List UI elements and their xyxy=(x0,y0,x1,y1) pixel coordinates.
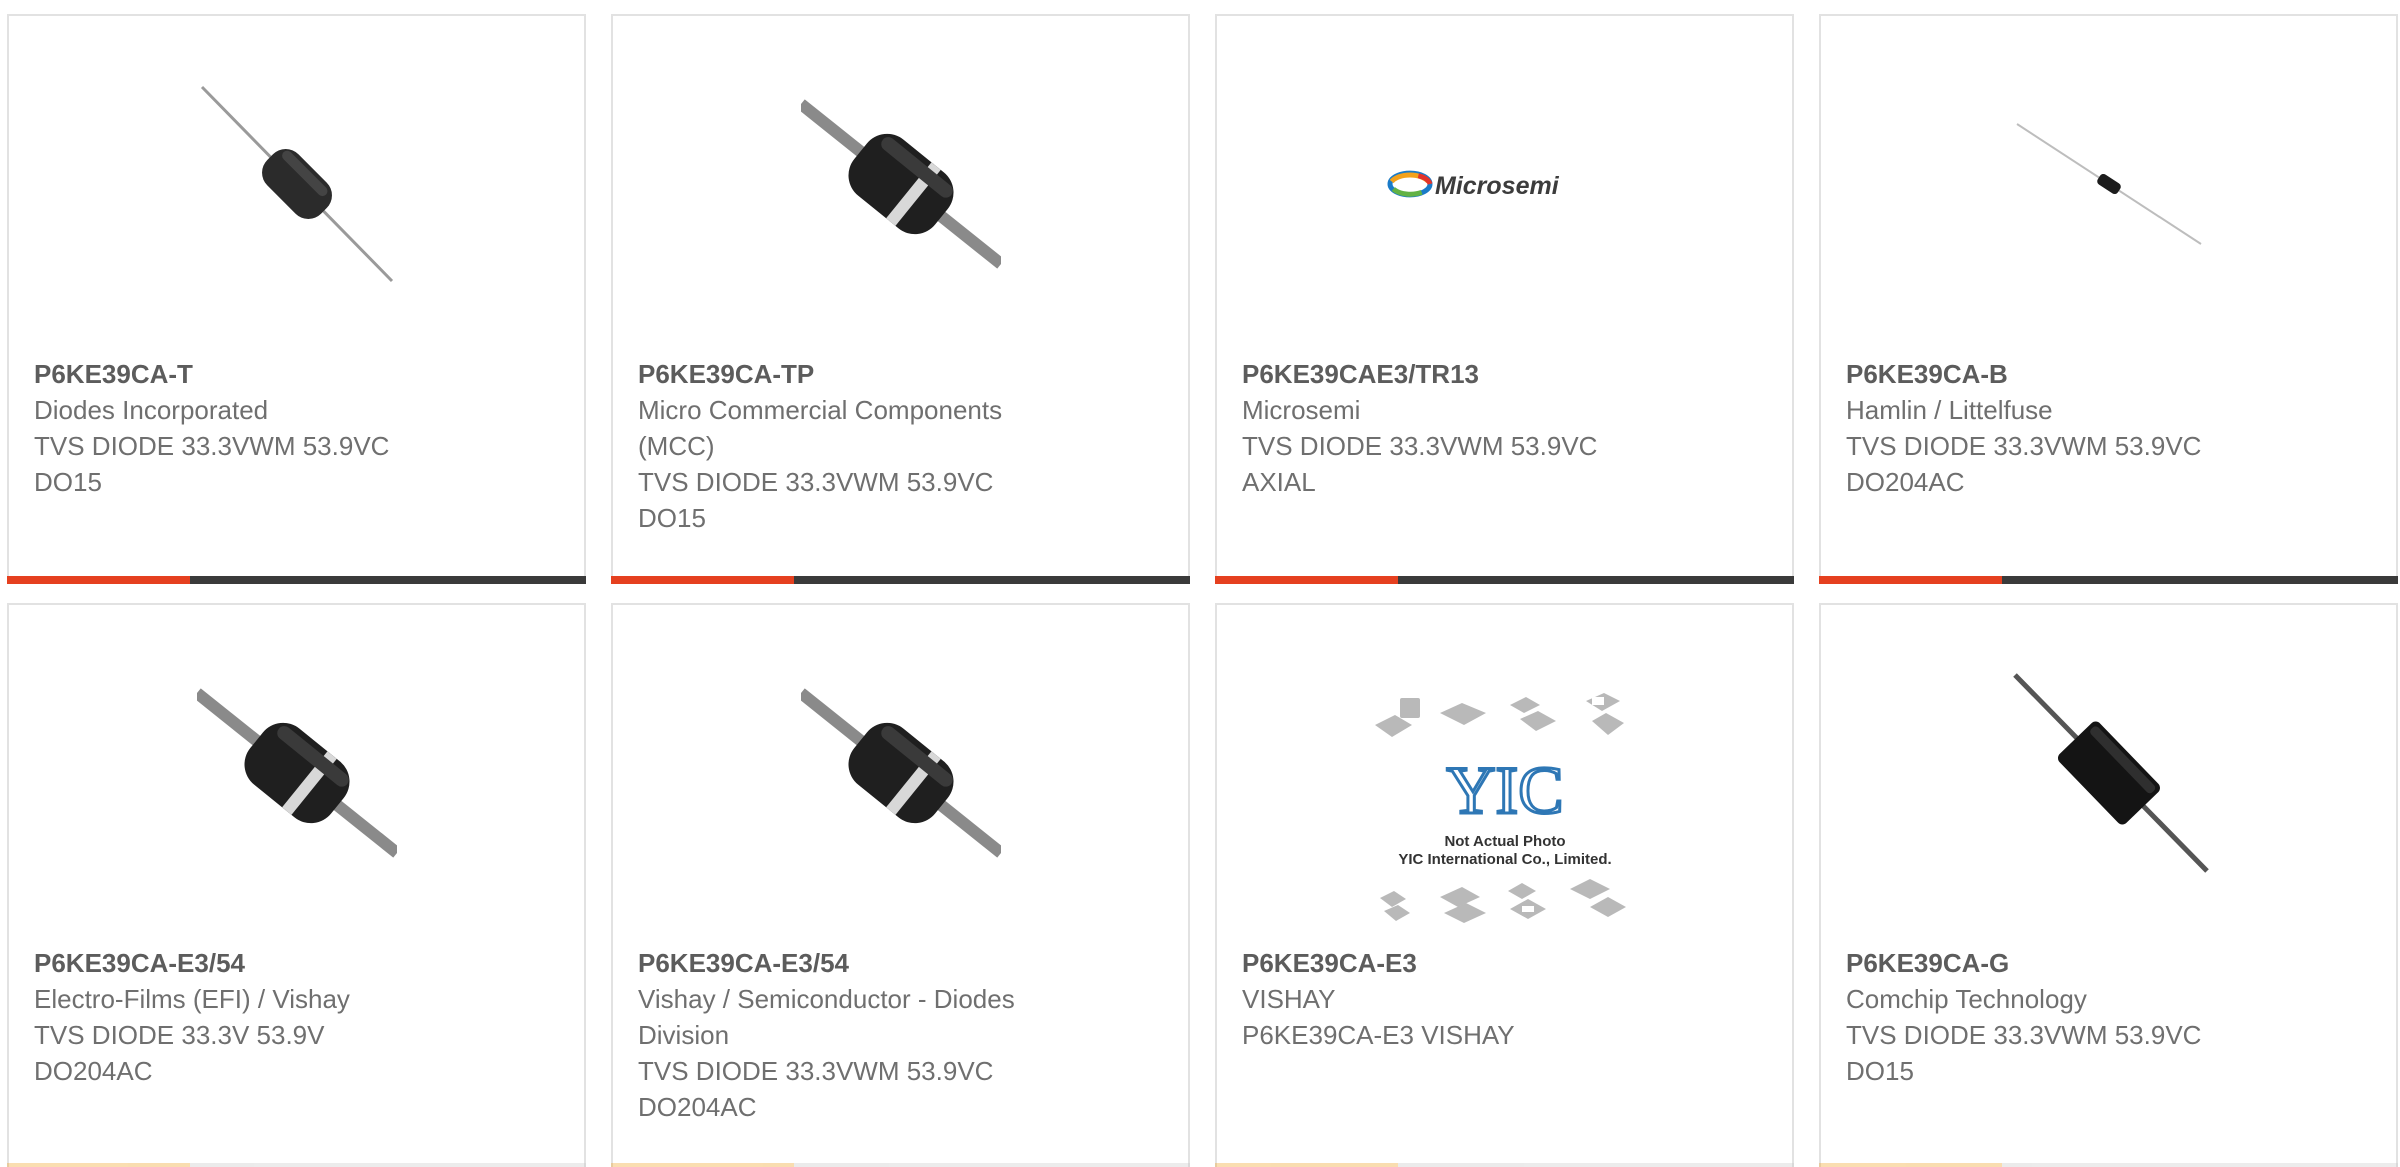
product-info: P6KE39CAE3/TR13 Microsemi TVS DIODE 33.3… xyxy=(1242,356,1772,500)
product-card[interactable]: P6KE39CA-E3/54 Electro-Films (EFI) / Vis… xyxy=(7,603,586,1167)
part-number[interactable]: P6KE39CA-B xyxy=(1846,356,2376,392)
placeholder-line-2: YIC International Co., Limited. xyxy=(1398,851,1611,868)
description: TVS DIODE 33.3V 53.9V xyxy=(34,1020,325,1050)
product-card[interactable]: P6KE39CA-TP Micro Commercial Components … xyxy=(611,14,1190,584)
product-info: P6KE39CA-G Comchip Technology TVS DIODE … xyxy=(1846,945,2376,1089)
product-card[interactable]: P6KE39CA-E3/54 Vishay / Semiconductor - … xyxy=(611,603,1190,1167)
product-grid: P6KE39CA-T Diodes Incorporated TVS DIODE… xyxy=(0,0,2400,1167)
product-info: P6KE39CA-B Hamlin / Littelfuse TVS DIODE… xyxy=(1846,356,2376,500)
package: DO15 xyxy=(1846,1056,1914,1086)
product-info: P6KE39CA-TP Micro Commercial Components … xyxy=(638,356,1168,536)
axial-diode-banded-image[interactable] xyxy=(196,673,397,873)
placeholder-line-1: Not Actual Photo xyxy=(1444,833,1565,850)
part-number[interactable]: P6KE39CA-TP xyxy=(638,356,1168,392)
product-info: P6KE39CA-E3 VISHAY P6KE39CA-E3 VISHAY xyxy=(1242,945,1772,1053)
manufacturer: Electro-Films (EFI) / Vishay xyxy=(34,984,350,1014)
card-accent-bar xyxy=(7,1163,586,1167)
product-card[interactable]: P6KE39CA-G Comchip Technology TVS DIODE … xyxy=(1819,603,2398,1167)
part-number[interactable]: P6KE39CA-G xyxy=(1846,945,2376,981)
part-number[interactable]: P6KE39CA-E3/54 xyxy=(638,945,1168,981)
product-card[interactable]: Microsemi P6KE39CAE3/TR13 Microsemi TVS … xyxy=(1215,14,1794,584)
product-card[interactable]: YIC Not Actual Photo YIC International C… xyxy=(1215,603,1794,1167)
description: TVS DIODE 33.3VWM 53.9VC xyxy=(1846,431,2202,461)
description: TVS DIODE 33.3VWM 53.9VC xyxy=(34,431,390,461)
product-card[interactable]: P6KE39CA-B Hamlin / Littelfuse TVS DIODE… xyxy=(1819,14,2398,584)
part-number[interactable]: P6KE39CAE3/TR13 xyxy=(1242,356,1772,392)
product-card[interactable]: P6KE39CA-T Diodes Incorporated TVS DIODE… xyxy=(7,14,586,584)
part-number[interactable]: P6KE39CA-E3 xyxy=(1242,945,1772,981)
axial-diode-thin-image[interactable] xyxy=(197,84,397,284)
product-info: P6KE39CA-T Diodes Incorporated TVS DIODE… xyxy=(34,356,564,500)
yic-logo-text: YIC xyxy=(1446,752,1563,828)
manufacturer: Vishay / Semiconductor - Diodes Division xyxy=(638,984,1015,1050)
card-accent-bar xyxy=(1215,576,1794,584)
card-accent-bar xyxy=(1819,1163,2398,1167)
part-number[interactable]: P6KE39CA-T xyxy=(34,356,564,392)
axial-diode-large-image[interactable] xyxy=(2009,673,2209,873)
description: TVS DIODE 33.3VWM 53.9VC xyxy=(1242,431,1598,461)
package: AXIAL xyxy=(1242,467,1316,497)
axial-diode-banded-image[interactable] xyxy=(800,84,1001,284)
axial-diode-small-image[interactable] xyxy=(2009,84,2209,284)
manufacturer: Comchip Technology xyxy=(1846,984,2087,1014)
card-accent-bar xyxy=(1819,576,2398,584)
microsemi-logo-image[interactable]: Microsemi xyxy=(1385,84,1625,284)
part-number[interactable]: P6KE39CA-E3/54 xyxy=(34,945,564,981)
manufacturer: VISHAY xyxy=(1242,984,1336,1014)
card-accent-bar xyxy=(1215,1163,1794,1167)
package: DO204AC xyxy=(34,1056,153,1086)
microsemi-logo-text: Microsemi xyxy=(1435,172,1560,200)
product-info: P6KE39CA-E3/54 Vishay / Semiconductor - … xyxy=(638,945,1168,1125)
package: DO15 xyxy=(638,503,706,533)
manufacturer: Diodes Incorporated xyxy=(34,395,269,425)
card-accent-bar xyxy=(7,576,586,584)
card-accent-bar xyxy=(611,576,1190,584)
description: TVS DIODE 33.3VWM 53.9VC xyxy=(638,467,994,497)
manufacturer: Hamlin / Littelfuse xyxy=(1846,395,2053,425)
manufacturer: Micro Commercial Components (MCC) xyxy=(638,395,1003,461)
placeholder-not-actual-photo-image[interactable]: YIC Not Actual Photo YIC International C… xyxy=(1370,693,1640,923)
description: TVS DIODE 33.3VWM 53.9VC xyxy=(1846,1020,2202,1050)
manufacturer: Microsemi xyxy=(1242,395,1361,425)
axial-diode-banded-image[interactable] xyxy=(800,673,1001,873)
product-info: P6KE39CA-E3/54 Electro-Films (EFI) / Vis… xyxy=(34,945,564,1089)
card-accent-bar xyxy=(611,1163,1190,1167)
package: DO204AC xyxy=(638,1092,757,1122)
package: DO204AC xyxy=(1846,467,1965,497)
description: P6KE39CA-E3 VISHAY xyxy=(1242,1020,1515,1050)
package: DO15 xyxy=(34,467,102,497)
description: TVS DIODE 33.3VWM 53.9VC xyxy=(638,1056,994,1086)
